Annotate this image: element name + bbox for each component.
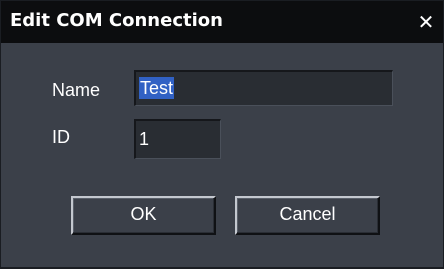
close-icon[interactable]: ✕ <box>414 10 438 34</box>
name-field-value: Test <box>139 77 175 99</box>
id-label: ID <box>52 127 70 147</box>
title-bar[interactable]: Edit COM Connection ✕ <box>1 1 443 43</box>
edit-com-connection-dialog: Edit COM Connection ✕ Name Test ID 1 OK … <box>0 0 444 269</box>
id-field-value: 1 <box>139 129 150 149</box>
name-label: Name <box>52 80 101 100</box>
ok-button[interactable]: OK <box>71 196 216 235</box>
id-field[interactable]: 1 <box>134 119 221 159</box>
dialog-title: Edit COM Connection <box>10 10 223 31</box>
name-field[interactable]: Test <box>134 70 393 106</box>
cancel-button[interactable]: Cancel <box>235 196 380 235</box>
